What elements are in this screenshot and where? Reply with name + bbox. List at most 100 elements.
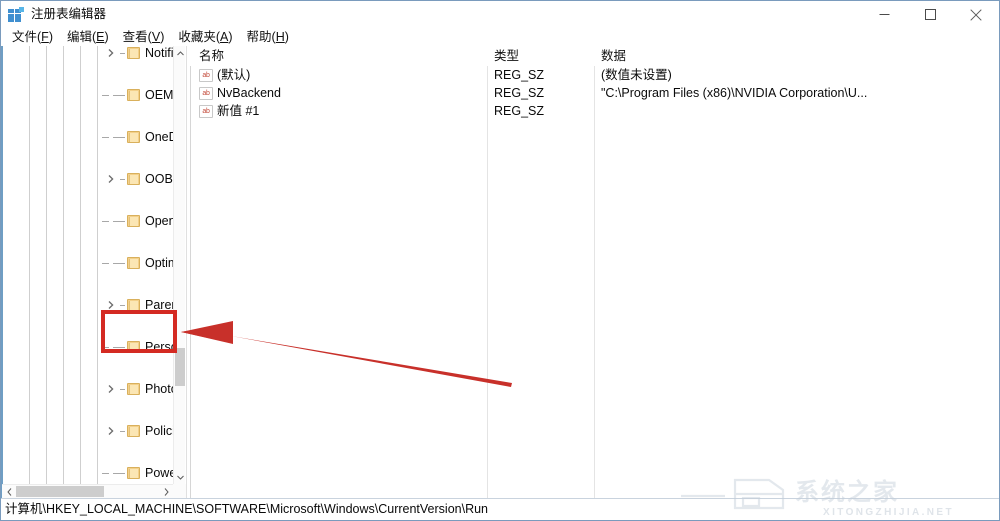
chevron-right-icon[interactable] — [105, 173, 117, 185]
folder-icon — [127, 299, 140, 311]
value-row[interactable]: ab NvBackend REG_SZ "C:\Program Files (x86)… — [190, 85, 999, 102]
tree-connector-line — [120, 389, 125, 390]
tree-item-persona[interactable]: Persona — [1, 337, 174, 358]
tree-connector-line — [113, 137, 125, 138]
chevron-right-icon[interactable] — [105, 383, 117, 395]
value-row[interactable]: ab (默认) REG_SZ (数值未设置) — [190, 67, 999, 84]
value-row[interactable]: ab 新值 #1 REG_SZ — [190, 103, 999, 120]
current-key-path: 计算机\HKEY_LOCAL_MACHINE\SOFTWARE\Microsof… — [5, 502, 488, 517]
menu-help-tail: ) — [284, 30, 289, 45]
tree-connector-line — [102, 95, 109, 96]
tree-scroll-thumb[interactable] — [175, 348, 185, 386]
tree-item-openw[interactable]: OpenW — [1, 211, 174, 232]
tree-connector-line — [113, 473, 125, 474]
chevron-right-icon[interactable] — [105, 299, 117, 311]
registry-tree[interactable]: Notifica OEMInf OneDriv OOBE OpenW Optimal Par… — [1, 46, 174, 484]
tree-item-label: Notifica — [145, 46, 174, 60]
values-column-header: 名称 类型 数据 — [190, 46, 999, 66]
window-title: 注册表编辑器 — [31, 7, 107, 22]
scroll-up-icon[interactable] — [174, 46, 186, 60]
menu-bar: 文件(F) 编辑(E) 查看(V) 收藏夹(A) 帮助(H) — [1, 28, 999, 48]
tree-item-photop[interactable]: PhotoP — [1, 379, 174, 400]
tree-connector-line — [102, 473, 109, 474]
status-bar: 计算机\HKEY_LOCAL_MACHINE\SOFTWARE\Microsof… — [1, 498, 999, 520]
folder-icon — [127, 215, 140, 227]
title-bar: 注册表编辑器 — [1, 1, 999, 28]
tree-item-notifica[interactable]: Notifica — [1, 46, 174, 64]
chevron-right-icon[interactable] — [105, 47, 117, 59]
tree-connector-line — [102, 221, 109, 222]
value-name: 新值 #1 — [217, 104, 260, 118]
column-header-data[interactable]: 数据 — [601, 48, 626, 64]
scroll-down-icon[interactable] — [174, 470, 186, 484]
registry-editor-window: 注册表编辑器 文件(F) 编辑(E) 查看(V) 收藏夹(A) 帮助(H) No… — [0, 0, 1000, 521]
string-value-icon: ab — [199, 69, 213, 82]
menu-file[interactable]: 文件(F) — [7, 30, 62, 46]
registry-tree-pane: Notifica OEMInf OneDriv OOBE OpenW Optimal Par… — [1, 46, 187, 498]
folder-icon — [127, 341, 140, 353]
menu-file-key: F — [41, 30, 49, 45]
folder-icon — [127, 131, 140, 143]
menu-edit-text: 编辑( — [66, 30, 97, 45]
tree-item-optimal[interactable]: Optimal — [1, 253, 174, 274]
tree-item-parenta[interactable]: Parenta — [1, 295, 174, 316]
tree-item-onedriv[interactable]: OneDriv — [1, 127, 174, 148]
column-header-type[interactable]: 类型 — [494, 48, 519, 64]
menu-help-key: H — [275, 30, 285, 45]
menu-help[interactable]: 帮助(H) — [242, 30, 298, 46]
menu-view[interactable]: 查看(V) — [118, 30, 174, 46]
value-name: NvBackend — [217, 86, 281, 100]
tree-horizontal-scrollbar[interactable] — [2, 484, 186, 498]
chevron-right-icon[interactable] — [105, 425, 117, 437]
tree-item-oeminf[interactable]: OEMInf — [1, 85, 174, 106]
scroll-left-icon[interactable] — [2, 485, 16, 498]
folder-icon — [127, 173, 140, 185]
folder-icon — [127, 257, 140, 269]
tree-connector-line — [120, 179, 125, 180]
menu-edit[interactable]: 编辑(E) — [62, 30, 118, 46]
tree-item-label: OneDriv — [145, 130, 174, 144]
value-type: REG_SZ — [494, 104, 545, 118]
minimize-button[interactable] — [861, 1, 907, 28]
tree-connector-line — [120, 305, 125, 306]
tree-item-oobe[interactable]: OOBE — [1, 169, 174, 190]
tree-item-powere[interactable]: PowerE — [1, 463, 174, 484]
scroll-right-icon[interactable] — [159, 485, 173, 498]
close-button[interactable] — [953, 1, 999, 28]
tree-item-list: Notifica OEMInf OneDriv OOBE OpenW Optimal Par… — [1, 46, 174, 484]
menu-file-text: 文件( — [12, 30, 42, 45]
menu-view-tail: ) — [160, 30, 165, 45]
value-type: REG_SZ — [494, 86, 545, 100]
menu-favorites-tail: ) — [228, 30, 233, 45]
folder-icon — [127, 425, 140, 437]
registry-icon — [8, 6, 24, 23]
folder-icon — [127, 383, 140, 395]
value-data: (数值未设置) — [601, 68, 672, 82]
folder-icon — [127, 47, 140, 59]
tree-vertical-scrollbar[interactable] — [173, 46, 185, 484]
menu-favorites[interactable]: 收藏夹(A) — [173, 30, 241, 46]
menu-edit-key: E — [96, 30, 105, 45]
folder-icon — [127, 467, 140, 479]
value-name: (默认) — [217, 68, 251, 82]
tree-item-label: Optimal — [145, 256, 174, 270]
menu-edit-tail: ) — [104, 30, 109, 45]
tree-connector-line — [102, 263, 109, 264]
menu-view-key: V — [151, 30, 161, 45]
tree-connector-line — [113, 221, 125, 222]
tree-item-policies[interactable]: Policies — [1, 421, 174, 442]
tree-item-label: OpenW — [145, 214, 174, 228]
column-header-name[interactable]: 名称 — [199, 48, 224, 64]
maximize-button[interactable] — [907, 1, 953, 28]
tree-connector-line — [120, 431, 125, 432]
tree-item-label: OOBE — [145, 172, 174, 186]
tree-item-label: Persona — [145, 340, 174, 354]
menu-file-tail: ) — [48, 30, 53, 45]
string-value-icon: ab — [199, 87, 213, 100]
menu-favorites-text: 收藏夹( — [178, 30, 221, 45]
tree-item-label: OEMInf — [145, 88, 174, 102]
tree-connector-line — [102, 137, 109, 138]
registry-values-pane: 名称 类型 数据 ab (默认) REG_SZ (数值未设置) ab NvBackend R… — [190, 46, 999, 498]
tree-connector-line — [113, 347, 125, 348]
tree-hscroll-thumb[interactable] — [16, 486, 104, 497]
